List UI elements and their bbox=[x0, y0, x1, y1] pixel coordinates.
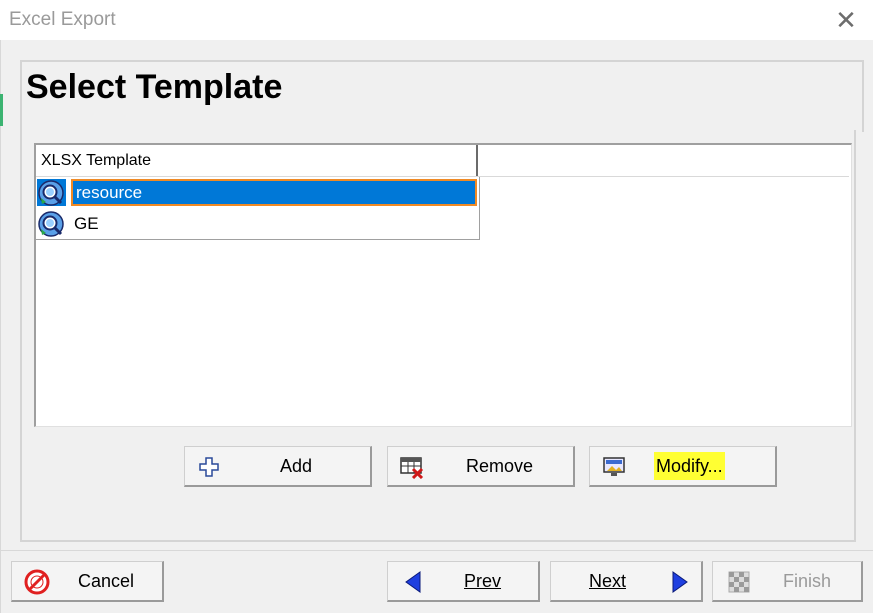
remove-button[interactable]: Remove bbox=[387, 446, 575, 487]
add-button[interactable]: Add bbox=[184, 446, 372, 487]
arrow-left-icon bbox=[405, 571, 421, 593]
finish-button[interactable]: Finish bbox=[712, 561, 863, 602]
list-item-label: GE bbox=[74, 214, 99, 233]
prev-button-label: Prev bbox=[464, 571, 502, 591]
column-header-xlsx-template[interactable]: XLSX Template bbox=[36, 145, 478, 176]
list-item-label: resource bbox=[71, 179, 477, 206]
header-panel: Select Template bbox=[20, 60, 864, 132]
cancel-button[interactable]: Cancel bbox=[11, 561, 164, 602]
prev-button[interactable]: Prev bbox=[387, 561, 540, 602]
list-rows: resource GE bbox=[36, 177, 480, 240]
modify-display-icon bbox=[603, 457, 625, 476]
template-list[interactable]: XLSX Template resource GE bbox=[34, 143, 852, 427]
list-header: XLSX Template bbox=[36, 145, 849, 177]
window-title: Excel Export bbox=[9, 9, 116, 30]
title-bar: Excel Export ✕ bbox=[0, 0, 873, 40]
close-icon[interactable]: ✕ bbox=[826, 4, 866, 36]
list-item[interactable]: resource bbox=[36, 177, 479, 208]
remove-button-label: Remove bbox=[466, 456, 534, 476]
checkered-flag-icon bbox=[728, 571, 750, 593]
next-button[interactable]: Next bbox=[550, 561, 703, 602]
plus-icon bbox=[199, 457, 219, 477]
list-item[interactable]: GE bbox=[36, 208, 479, 239]
modify-highlight: Modify... bbox=[654, 452, 725, 480]
add-button-label: Add bbox=[280, 456, 313, 476]
modify-button[interactable]: Modify... bbox=[589, 446, 777, 487]
template-search-icon bbox=[38, 211, 64, 237]
finish-button-label: Finish bbox=[783, 571, 832, 591]
background-window-edge bbox=[0, 94, 3, 126]
next-button-label: Next bbox=[589, 571, 627, 591]
template-search-icon bbox=[38, 180, 64, 206]
page-title: Select Template bbox=[26, 68, 283, 106]
modify-button-label: Modify... bbox=[654, 447, 725, 486]
arrow-right-icon bbox=[672, 571, 688, 593]
remove-table-icon bbox=[400, 457, 424, 479]
cancel-button-label: Cancel bbox=[78, 571, 135, 591]
cancel-icon bbox=[24, 569, 50, 595]
footer-separator bbox=[0, 550, 873, 551]
